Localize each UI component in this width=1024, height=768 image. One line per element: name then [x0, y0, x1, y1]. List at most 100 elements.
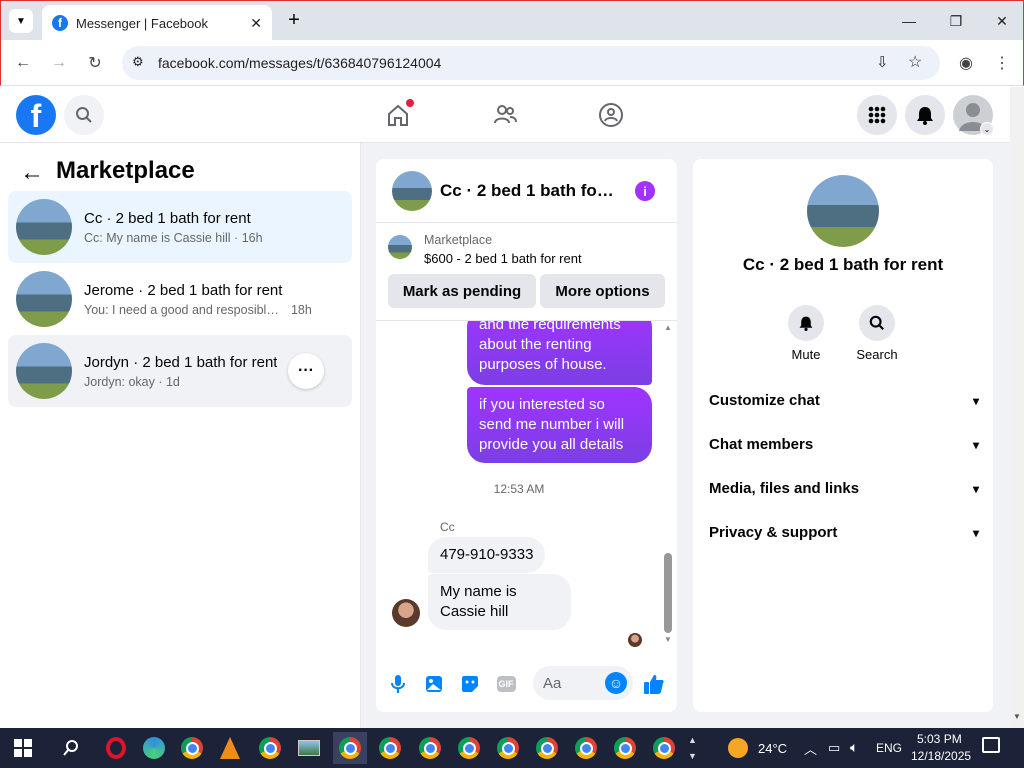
new-tab-button[interactable]: + [283, 9, 305, 31]
chrome-window-icon[interactable] [413, 732, 447, 764]
back-arrow-icon[interactable]: ← [20, 159, 44, 187]
chrome-window-icon[interactable] [452, 732, 486, 764]
site-info-icon[interactable]: ⚙ [132, 54, 144, 70]
menu-kebab-icon[interactable]: ⋮ [985, 46, 1019, 80]
privacy-support-row[interactable]: Privacy & support ▾ [709, 524, 979, 541]
facebook-favicon-icon: f [52, 15, 68, 31]
input-language[interactable]: ENG [876, 741, 902, 755]
scrollbar-thumb[interactable] [664, 553, 672, 633]
message-composer: GIF Aa ☺ [376, 659, 677, 712]
conversation-item[interactable]: Cc · 2 bed 1 bath for rent Cc: My name i… [8, 191, 352, 263]
edge-icon[interactable] [137, 732, 171, 764]
scroll-up-arrow-icon[interactable]: ▲ [664, 323, 672, 332]
conversation-snippet: You: I need a good and resposible te... [84, 302, 284, 317]
media-files-links-row[interactable]: Media, files and links ▾ [709, 480, 979, 497]
account-chevron-down-icon[interactable]: ⌄ [980, 122, 994, 136]
groups-icon[interactable] [595, 99, 627, 131]
chat-info-panel: Cc · 2 bed 1 bath for rent Mute Search C… [693, 159, 993, 712]
minimize-button[interactable]: ― [886, 1, 932, 41]
bookmark-star-icon[interactable]: ☆ [908, 52, 922, 72]
mute-button[interactable]: Mute [776, 305, 836, 362]
message-input[interactable]: Aa ☺ [533, 666, 633, 700]
sent-message: and the requirements about the renting p… [467, 321, 652, 385]
sent-message: if you interested so send me number i wi… [467, 387, 652, 463]
chrome-window-icon[interactable] [569, 732, 603, 764]
page-scroll-down-arrow-icon[interactable]: ▼ [1013, 712, 1021, 721]
listing-thumbnail [388, 235, 412, 259]
address-bar[interactable]: ⚙ facebook.com/messages/t/63684079612400… [122, 46, 940, 80]
reload-icon[interactable]: ↻ [78, 46, 112, 80]
chrome-window-icon[interactable] [530, 732, 564, 764]
sticker-icon[interactable] [459, 673, 481, 695]
facebook-logo-icon[interactable]: f [16, 95, 56, 135]
weather-temp[interactable]: 24°C [758, 741, 787, 756]
menu-grid-icon[interactable] [857, 95, 897, 135]
search-icon [859, 305, 895, 341]
weather-icon[interactable] [728, 738, 748, 758]
microphone-icon[interactable] [387, 673, 409, 695]
thumbs-up-icon[interactable] [643, 673, 665, 695]
search-icon[interactable] [64, 95, 104, 135]
volume-icon[interactable]: 🔈︎ [850, 739, 858, 756]
listing-thumbnail [16, 343, 72, 399]
page-scrollbar[interactable]: ▼ [1010, 87, 1024, 728]
close-tab-icon[interactable]: ✕ [250, 15, 262, 32]
show-hidden-icons-chevron-icon[interactable]: ︿ [804, 739, 817, 758]
start-windows-icon[interactable] [6, 732, 40, 764]
search-icon[interactable] [54, 732, 88, 764]
listing-thumbnail [16, 271, 72, 327]
conversation-item[interactable]: Jordyn · 2 bed 1 bath for rent Jordyn: o… [8, 335, 352, 407]
taskbar-overflow-chevron-icon[interactable]: ▲ ▼ [688, 732, 697, 764]
conversation-options-button[interactable]: ··· [288, 353, 324, 389]
chat-panel: Cc · 2 bed 1 bath for ... i Marketplace … [376, 159, 677, 712]
browser-tab[interactable]: f Messenger | Facebook ✕ [42, 5, 272, 41]
emoji-icon[interactable]: ☺ [605, 672, 627, 694]
tab-search-button[interactable]: ▼ [9, 9, 33, 33]
chrome-window-icon[interactable] [373, 732, 407, 764]
meet-now-icon[interactable]: ▭ [828, 740, 840, 756]
clock-date[interactable]: 12/18/2025 [911, 749, 971, 763]
listing-title[interactable]: $600 - 2 bed 1 bath for rent [424, 251, 582, 266]
chevron-down-icon: ▾ [972, 525, 979, 540]
mark-pending-button[interactable]: Mark as pending [388, 274, 536, 308]
tab-title: Messenger | Facebook [76, 15, 208, 31]
conversation-item[interactable]: Jerome · 2 bed 1 bath for rent You: I ne… [8, 263, 352, 335]
notifications-icon[interactable] [982, 737, 1000, 753]
close-window-button[interactable]: ✕ [979, 1, 1024, 41]
conversation-snippet: Jordyn: okay [84, 374, 155, 389]
image-viewer-icon[interactable] [292, 732, 326, 764]
chat-members-row[interactable]: Chat members ▾ [709, 436, 979, 453]
install-app-icon[interactable]: ⇩ [876, 53, 889, 71]
gif-icon[interactable]: GIF [495, 673, 517, 695]
restore-button[interactable]: ❐ [933, 1, 979, 41]
chrome-profile-icon[interactable] [253, 732, 287, 764]
scroll-down-arrow-icon[interactable]: ▼ [664, 635, 672, 644]
search-conversation-button[interactable]: Search [847, 305, 907, 362]
account-avatar[interactable]: ⌄ [953, 95, 994, 136]
home-icon[interactable] [382, 99, 414, 131]
bell-icon [788, 305, 824, 341]
customize-chat-row[interactable]: Customize chat ▾ [709, 392, 979, 409]
chrome-window-icon[interactable] [491, 732, 525, 764]
back-icon[interactable]: ← [6, 46, 40, 80]
chrome-window-icon[interactable] [647, 732, 681, 764]
vlc-icon[interactable] [213, 732, 247, 764]
listing-avatar [807, 175, 879, 247]
photo-icon[interactable] [423, 673, 445, 695]
listing-thumbnail [16, 199, 72, 255]
opera-icon[interactable] [99, 732, 133, 764]
friends-icon[interactable] [489, 99, 521, 131]
received-message: 479-910-9333 [428, 537, 546, 573]
forward-icon[interactable]: → [42, 46, 76, 80]
panel-title: Marketplace [56, 157, 195, 184]
message-scrollbar[interactable]: ▲ ▼ [664, 321, 672, 647]
chat-header[interactable]: Cc · 2 bed 1 bath for ... i [376, 159, 677, 223]
chrome-window-icon[interactable] [333, 732, 367, 764]
chrome-icon[interactable] [175, 732, 209, 764]
profile-icon[interactable]: ◉ [949, 46, 983, 80]
chrome-window-icon[interactable] [608, 732, 642, 764]
notifications-bell-icon[interactable] [905, 95, 945, 135]
info-icon[interactable]: i [635, 181, 655, 201]
more-options-button[interactable]: More options [540, 274, 665, 308]
clock-time[interactable]: 5:03 PM [917, 732, 962, 746]
